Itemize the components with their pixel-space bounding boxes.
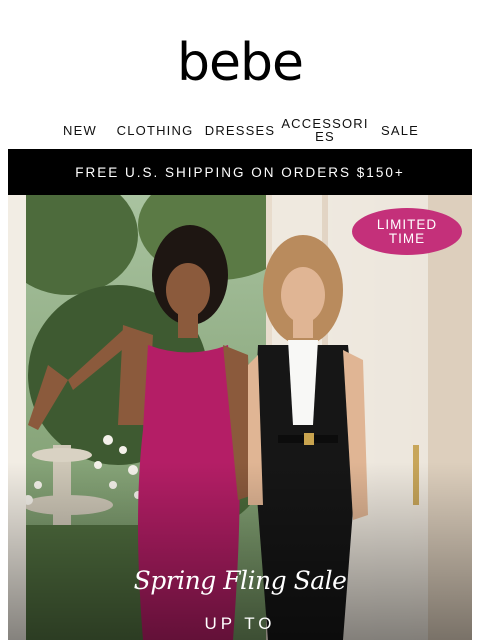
hero-subline: UP TO (204, 614, 276, 633)
nav-item-sale[interactable]: SALE (370, 124, 430, 137)
nav-item-dresses[interactable]: DRESSES (200, 124, 280, 137)
shipping-banner[interactable]: FREE U.S. SHIPPING ON ORDERS $150+ (8, 149, 472, 195)
shipping-banner-text: FREE U.S. SHIPPING ON ORDERS $150+ (75, 164, 405, 180)
nav-item-clothing[interactable]: CLOTHING (110, 124, 200, 137)
badge-line1: LIMITED (376, 216, 438, 232)
hero-headline: Spring Fling Sale (133, 566, 347, 595)
brand-logo[interactable]: bebe (177, 37, 304, 89)
brand-logo-container: bebe (0, 37, 480, 89)
badge-line2: TIME (388, 230, 426, 246)
nav-item-new[interactable]: NEW (50, 124, 110, 137)
main-nav: NEW CLOTHING DRESSES ACCESSORIES SALE (0, 112, 480, 148)
limited-time-badge: LIMITED TIME (352, 208, 462, 255)
nav-item-accessories[interactable]: ACCESSORIES (280, 117, 370, 143)
